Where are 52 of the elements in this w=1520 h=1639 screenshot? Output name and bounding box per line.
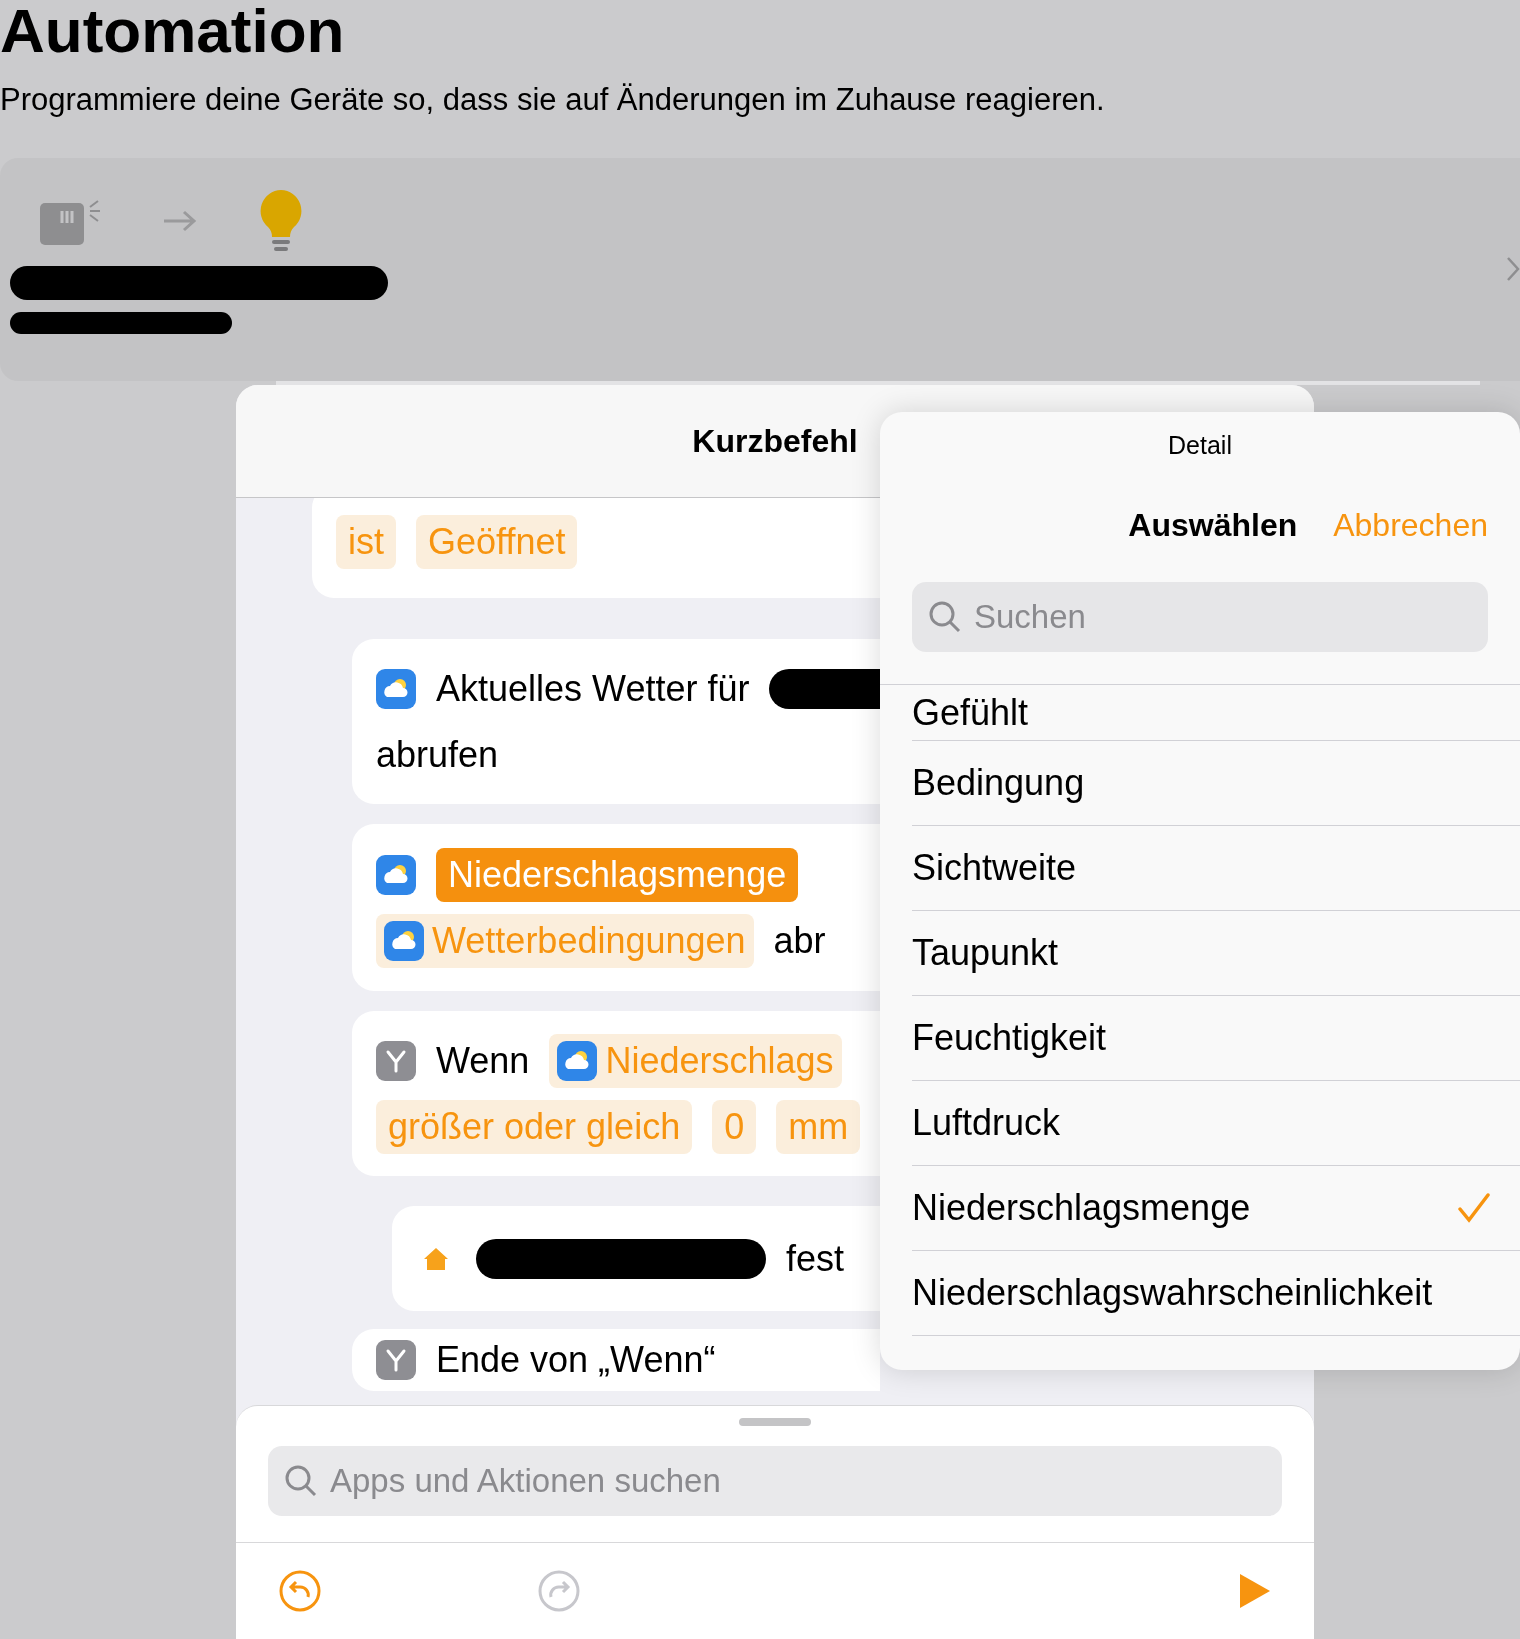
arrow-right-icon — [162, 209, 198, 233]
option-row[interactable]: Gefühlt — [912, 685, 1520, 741]
option-label: Gefühlt — [912, 690, 1029, 735]
search-input[interactable]: Apps und Aktionen suchen — [330, 1456, 1266, 1506]
option-row[interactable]: Niederschlagswahrscheinlichkeit — [912, 1251, 1520, 1336]
option-label: Feuchtigkeit — [912, 1016, 1107, 1060]
search-field[interactable]: Suchen — [912, 582, 1488, 652]
action-label: Ende von „Wenn“ — [436, 1338, 716, 1382]
lightbulb-icon — [258, 188, 304, 254]
option-row[interactable]: Feuchtigkeit — [912, 996, 1520, 1081]
grabber-handle[interactable] — [739, 1418, 811, 1426]
search-field[interactable]: Apps und Aktionen suchen — [268, 1446, 1282, 1516]
action-card[interactable]: Ende von „Wenn“ — [352, 1329, 880, 1391]
option-label: Luftdruck — [912, 1101, 1061, 1145]
search-icon — [928, 600, 962, 634]
page-title: Automation — [0, 0, 346, 67]
weather-icon — [557, 1040, 598, 1081]
popover-title: Detail — [1168, 430, 1232, 462]
action-label: Wenn — [436, 1038, 530, 1083]
option-row[interactable]: Niederschlagsmenge — [912, 1166, 1520, 1251]
action-label: abrufen — [376, 732, 499, 777]
option-row[interactable]: Sichtweite — [912, 826, 1520, 911]
action-label: abr — [773, 918, 826, 963]
weather-icon — [384, 920, 424, 961]
option-row[interactable]: Taupunkt — [912, 911, 1520, 996]
action-card[interactable]: fest — [392, 1206, 880, 1311]
branch-icon — [376, 1040, 416, 1081]
undo-icon — [278, 1569, 322, 1613]
option-row[interactable]: Luftdruck — [912, 1081, 1520, 1166]
play-icon[interactable] — [1238, 1572, 1272, 1610]
weather-icon — [376, 668, 416, 709]
page-subtitle: Programmiere deine Geräte so, dass sie auf Änderungen im Zuhause reagieren. — [0, 81, 1106, 119]
redo-icon — [537, 1569, 581, 1613]
search-input[interactable]: Suchen — [974, 592, 1472, 642]
option-label: Sichtweite — [912, 846, 1077, 890]
option-label: Niederschlagswahrscheinlichkeit — [912, 1271, 1433, 1315]
branch-icon — [376, 1340, 416, 1380]
undo-button[interactable] — [278, 1569, 322, 1613]
action-card[interactable]: Aktuelles Wetter für abrufen — [352, 639, 880, 804]
option-label: Bedingung — [912, 761, 1085, 805]
action-label: Aktuelles Wetter für — [436, 666, 750, 711]
option-label: Taupunkt — [912, 931, 1059, 975]
weather-icon — [376, 854, 416, 895]
action-label: fest — [786, 1236, 845, 1281]
option-label: Niederschlagsmenge — [912, 1186, 1251, 1230]
select-button[interactable]: Auswählen — [1128, 501, 1298, 549]
sheet-title: Kurzbefehl — [692, 422, 858, 461]
search-icon — [284, 1464, 318, 1498]
chevron-right-icon — [1506, 256, 1520, 282]
option-row[interactable]: Bedingung — [912, 741, 1520, 826]
sensor-icon — [40, 197, 102, 245]
automation-card[interactable] — [0, 158, 1520, 381]
